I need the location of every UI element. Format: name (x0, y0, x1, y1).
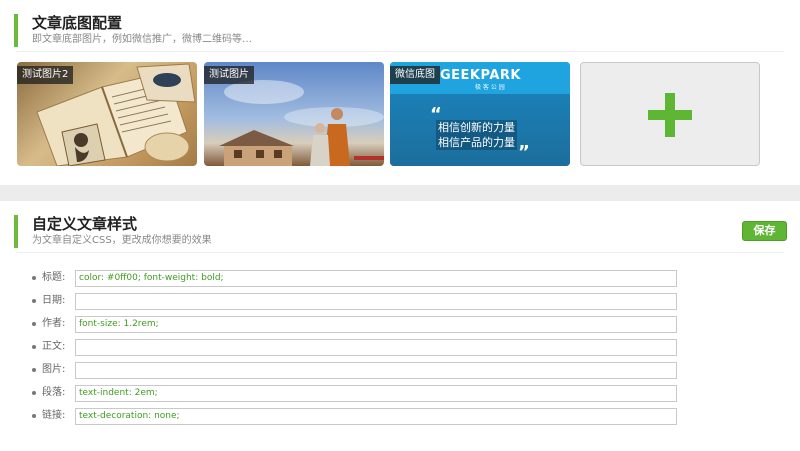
custom-style-header: 自定义文章样式 为文章自定义CSS，更改成你想要的效果 (14, 215, 212, 248)
divider (16, 252, 784, 253)
css-label-date: 日期: (42, 295, 66, 306)
bullet-icon (32, 345, 36, 349)
bg-image-label-1: 测试图片2 (17, 66, 74, 84)
bullet-icon (32, 368, 36, 372)
custom-style-subtitle: 为文章自定义CSS，更改成你想要的效果 (32, 235, 212, 246)
banner-quote-line-2: 相信产品的力量 (438, 136, 515, 149)
bg-image-label-3: 微信底图 (390, 66, 440, 84)
bullet-icon (32, 276, 36, 280)
css-input-title[interactable]: color: #0ff00; font-weight: bold; (75, 270, 677, 287)
css-label-title: 标题: (42, 272, 66, 283)
save-button[interactable]: 保存 (742, 221, 787, 241)
css-label-paragraph: 段落: (42, 387, 66, 398)
bg-image-thumb-1[interactable]: 测试图片2 (17, 62, 197, 166)
divider (16, 51, 784, 52)
css-row-paragraph: 段落: text-indent: 2em; (32, 385, 692, 402)
geekpark-logo-subtitle: 极 客 公 园 (475, 84, 505, 91)
css-row-image: 图片: (32, 362, 692, 379)
banner-quote: 相信创新的力量 相信产品的力量 (436, 120, 517, 150)
bg-image-label-2: 测试图片 (204, 66, 254, 84)
css-row-body: 正文: (32, 339, 692, 356)
css-row-date: 日期: (32, 293, 692, 310)
bg-image-thumb-2[interactable]: 测试图片 (204, 62, 384, 166)
css-row-author: 作者: font-size: 1.2rem; (32, 316, 692, 333)
css-row-title: 标题: color: #0ff00; font-weight: bold; (32, 270, 692, 287)
banner-quote-line-1: 相信创新的力量 (438, 121, 515, 134)
bg-config-header: 文章底图配置 即文章底部图片，例如微信推广，微博二维码等… (14, 14, 252, 47)
css-input-link[interactable]: text-decoration: none; (75, 408, 677, 425)
bg-config-panel: 文章底图配置 即文章底部图片，例如微信推广，微博二维码等… 测试图片2 测试图片… (0, 0, 800, 185)
css-input-date[interactable] (75, 293, 677, 310)
bg-image-thumb-3[interactable]: GEEKPARK 极 客 公 园 “ 相信创新的力量 相信产品的力量 ” 微信底… (390, 62, 570, 166)
css-row-link: 链接: text-decoration: none; (32, 408, 692, 425)
geekpark-logo: GEEKPARK (440, 68, 521, 83)
css-input-author[interactable]: font-size: 1.2rem; (75, 316, 677, 333)
bullet-icon (32, 414, 36, 418)
bg-config-subtitle: 即文章底部图片，例如微信推广，微博二维码等… (32, 34, 252, 45)
bg-config-title: 文章底图配置 (32, 14, 123, 32)
bullet-icon (32, 322, 36, 326)
css-input-paragraph[interactable]: text-indent: 2em; (75, 385, 677, 402)
css-label-author: 作者: (42, 318, 66, 329)
bullet-icon (32, 391, 36, 395)
css-label-body: 正文: (42, 341, 66, 352)
css-label-link: 链接: (42, 410, 66, 421)
custom-style-title: 自定义文章样式 (32, 215, 138, 233)
add-image-button[interactable] (580, 62, 760, 166)
close-quote-icon: ” (518, 142, 530, 163)
css-input-body[interactable] (75, 339, 677, 356)
css-input-image[interactable] (75, 362, 677, 379)
custom-style-panel: 自定义文章样式 为文章自定义CSS，更改成你想要的效果 标题: color: #… (0, 201, 800, 451)
css-label-image: 图片: (42, 364, 66, 375)
bullet-icon (32, 299, 36, 303)
